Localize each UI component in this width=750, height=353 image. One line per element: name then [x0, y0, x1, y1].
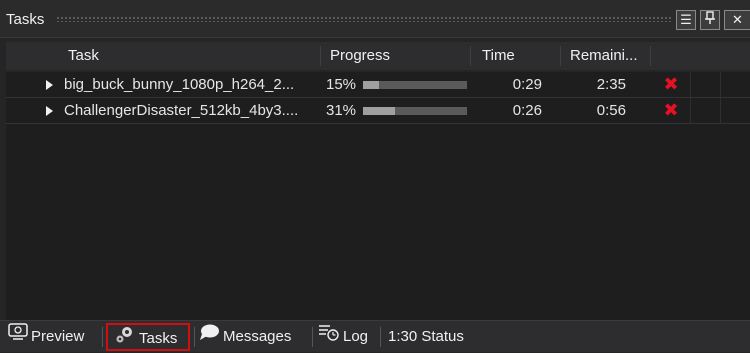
progress-bar-fill [363, 107, 396, 115]
task-row[interactable]: big_buck_bunny_1080p_h264_2... 15% 0:29 … [6, 72, 750, 98]
task-list-empty-area [6, 124, 750, 320]
remaining-time: 0:56 [596, 102, 626, 119]
column-header-remaining[interactable]: Remaini... [570, 47, 638, 64]
progress-bar-fill [363, 81, 379, 89]
column-header-task[interactable]: Task [68, 47, 99, 64]
task-name: big_buck_bunny_1080p_h264_2... [64, 76, 295, 93]
task-name: ChallengerDisaster_512kb_4by3.... [64, 102, 299, 119]
tab-tasks[interactable]: Tasks [106, 323, 190, 351]
panel-header: Tasks ☰ ✕ [0, 0, 750, 38]
tab-label: 1:30 Status [388, 328, 464, 345]
close-icon: ✕ [732, 12, 743, 27]
menu-icon: ☰ [680, 12, 692, 27]
progress-percent: 15% [326, 76, 357, 93]
task-column-headers: Task Progress Time Remaini... [6, 42, 750, 70]
tab-label: Preview [31, 328, 85, 345]
progress-bar [363, 81, 467, 89]
elapsed-time: 0:29 [512, 76, 542, 93]
cancel-task-icon[interactable]: ✖ [662, 72, 680, 97]
column-header-time[interactable]: Time [482, 47, 515, 64]
progress-percent: 31% [326, 102, 357, 119]
elapsed-time: 0:26 [512, 102, 542, 119]
log-icon [318, 323, 340, 351]
remaining-time: 2:35 [596, 76, 626, 93]
task-list: big_buck_bunny_1080p_h264_2... 15% 0:29 … [6, 72, 750, 124]
tab-label: Log [343, 328, 369, 345]
close-button[interactable]: ✕ [724, 10, 750, 30]
tab-label: Messages [223, 328, 292, 345]
tab-messages[interactable]: Messages [198, 323, 291, 351]
tab-preview[interactable]: Preview [8, 323, 84, 351]
expand-arrow-icon[interactable] [42, 98, 58, 123]
bottom-tab-bar: Preview Tasks Messages Log 1:30 Status [0, 320, 750, 352]
panel-menu-button[interactable]: ☰ [676, 10, 696, 30]
tab-log[interactable]: Log [318, 323, 368, 351]
gears-icon [114, 325, 136, 353]
monitor-icon [8, 323, 28, 351]
expand-arrow-icon[interactable] [42, 72, 58, 97]
tab-status[interactable]: 1:30 Status [388, 323, 464, 351]
speech-bubble-icon [198, 323, 220, 351]
panel-title: Tasks [6, 11, 45, 28]
tab-label: Tasks [139, 329, 178, 347]
progress-bar [363, 107, 467, 115]
column-header-progress[interactable]: Progress [330, 47, 390, 64]
cancel-task-icon[interactable]: ✖ [662, 98, 680, 123]
pin-icon [704, 11, 716, 28]
task-row[interactable]: ChallengerDisaster_512kb_4by3.... 31% 0:… [6, 98, 750, 124]
pin-button[interactable] [700, 10, 720, 30]
drag-grip[interactable] [56, 16, 672, 22]
